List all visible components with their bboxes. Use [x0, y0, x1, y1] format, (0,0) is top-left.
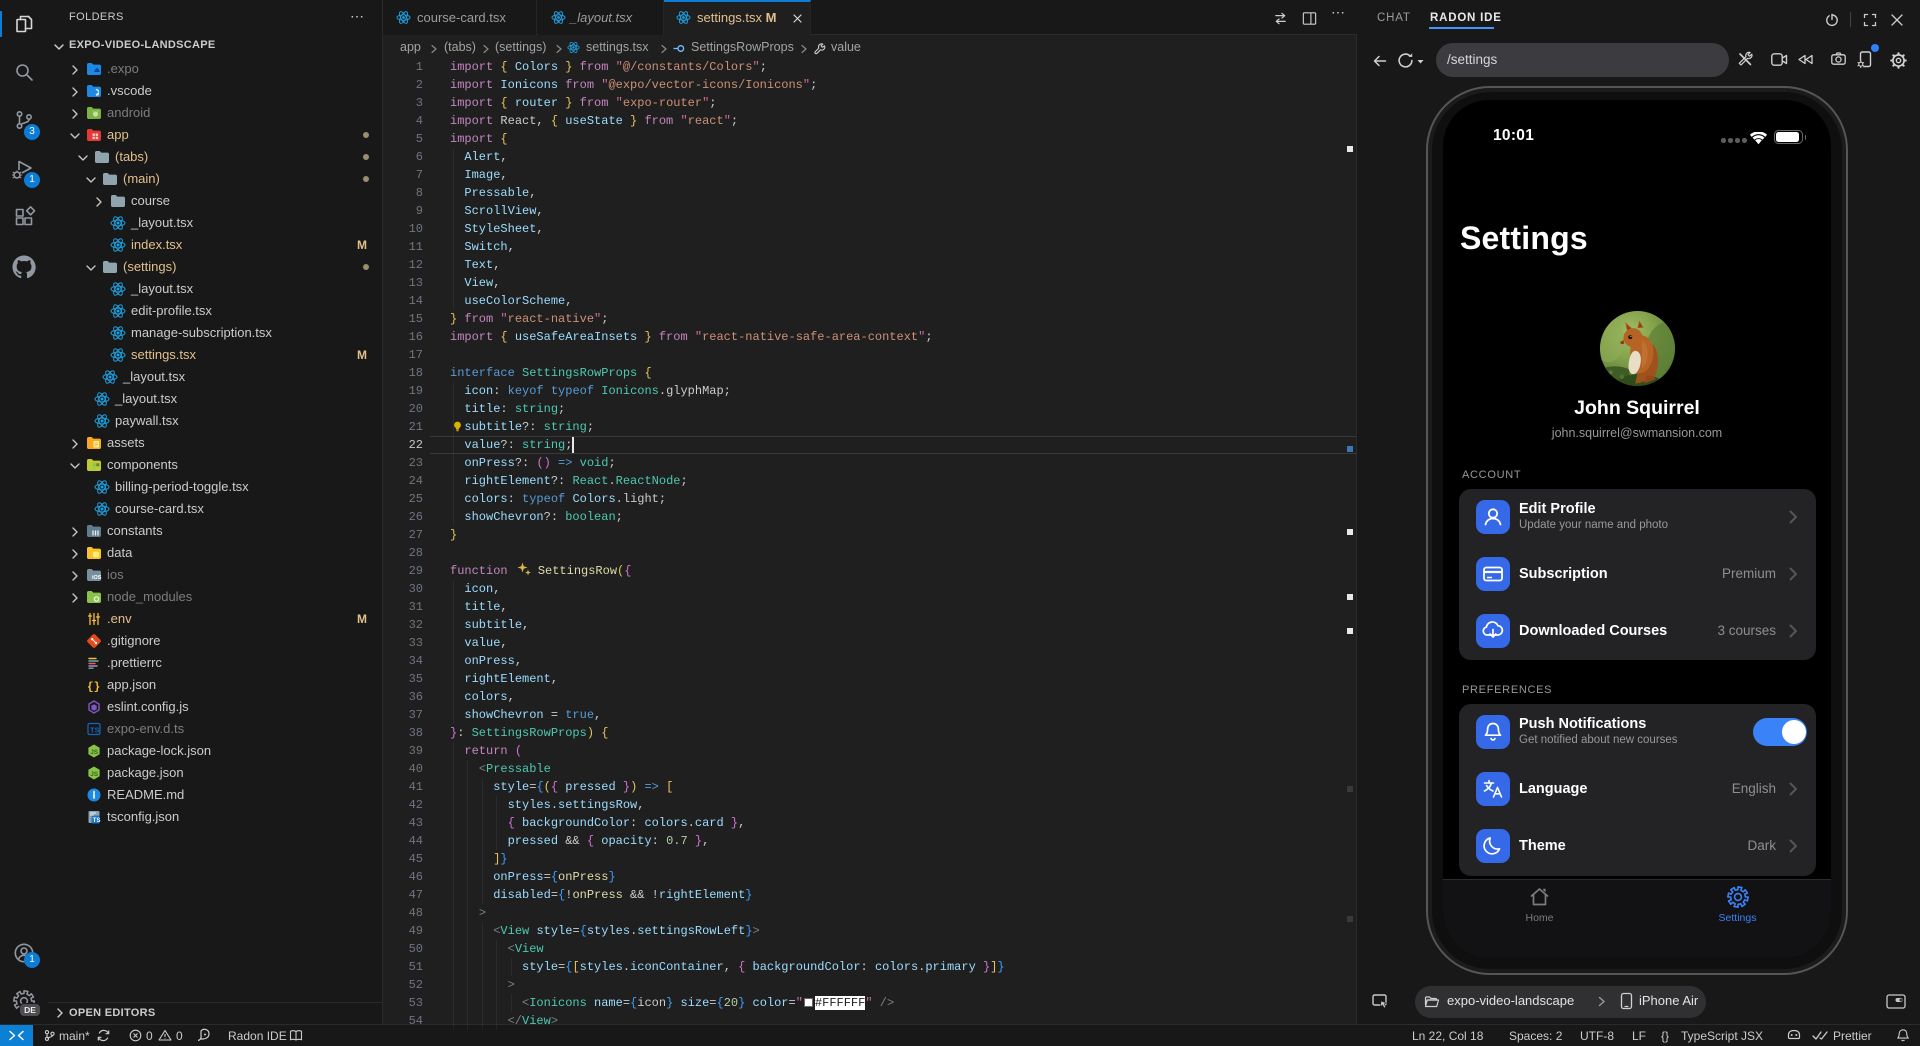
svg-text:TS: TS [93, 818, 101, 824]
svg-text:JS: JS [90, 771, 99, 778]
svg-text:JS: JS [90, 749, 99, 756]
svg-text:TS: TS [90, 726, 100, 735]
svg-text:{}: {} [87, 682, 100, 694]
svg-text:iOS: iOS [92, 575, 102, 581]
